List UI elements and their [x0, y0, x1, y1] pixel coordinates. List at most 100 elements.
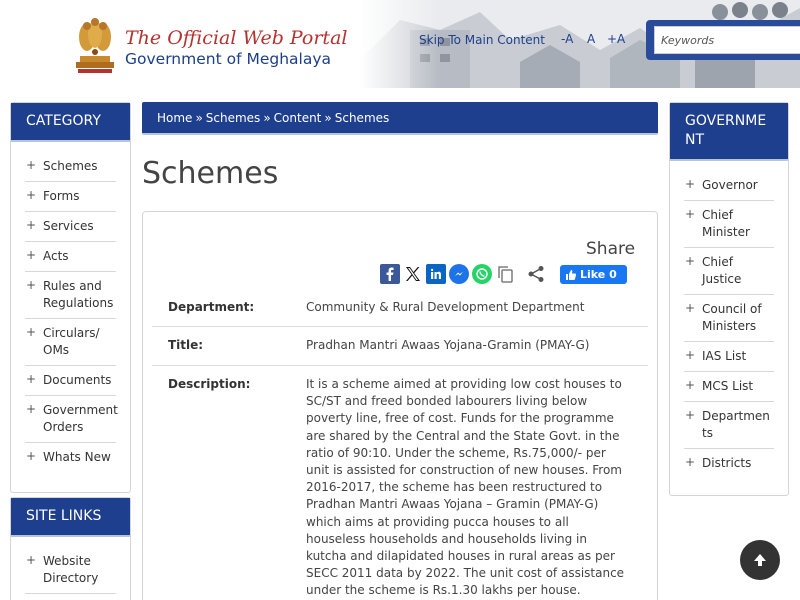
plus-icon: +: [685, 408, 696, 422]
category-item-label: Schemes: [43, 159, 98, 173]
government-panel: GOVERNMENT + Governor + Chief Minister + Ch…: [669, 102, 789, 496]
government-item-chief-minister[interactable]: + Chief Minister: [684, 201, 774, 248]
department-value: Community & Rural Development Department: [306, 300, 585, 314]
plus-icon: +: [26, 188, 37, 202]
thumbs-up-icon: [566, 269, 577, 280]
plus-icon: +: [685, 207, 696, 221]
site-link-label: Website Directory: [43, 554, 99, 585]
category-item-schemes[interactable]: + Schemes: [25, 152, 116, 182]
category-item-label: Services: [43, 219, 94, 233]
search-input[interactable]: [654, 26, 800, 54]
department-label: Department:: [168, 300, 255, 314]
scroll-to-top-button[interactable]: [740, 540, 780, 580]
page-title: Schemes: [142, 156, 279, 191]
breadcrumb: Home» Schemes» Content» Schemes: [142, 102, 658, 135]
plus-icon: +: [685, 301, 696, 315]
arrow-up-icon: [754, 554, 766, 566]
messenger-icon[interactable]: [449, 264, 469, 284]
category-item-rules-and-regulations[interactable]: + Rules and Regulations: [25, 272, 116, 319]
breadcrumb-separator: »: [324, 111, 332, 125]
plus-icon: +: [26, 248, 37, 262]
breadcrumb-content[interactable]: Content: [274, 111, 322, 125]
category-item-acts[interactable]: + Acts: [25, 242, 116, 272]
plus-icon: +: [685, 455, 696, 469]
description-value: It is a scheme aimed at providing low co…: [306, 377, 625, 598]
linkedin-icon[interactable]: [426, 264, 446, 284]
site-link-website-directory[interactable]: + Website Directory: [25, 547, 116, 594]
government-item-chief-justice[interactable]: + Chief Justice: [684, 248, 774, 295]
x-twitter-icon[interactable]: [403, 264, 423, 284]
government-panel-title: GOVERNMENT: [670, 103, 788, 161]
plus-icon: +: [26, 449, 37, 463]
category-item-label: Documents: [43, 373, 112, 387]
category-list: + Schemes + Forms + Services + Acts + Rules a…: [11, 142, 130, 472]
plus-icon: +: [685, 254, 696, 268]
whatsapp-icon[interactable]: [472, 264, 492, 284]
government-item-label: Governor: [702, 178, 758, 192]
category-item-label: Forms: [43, 189, 80, 203]
plus-icon: +: [26, 278, 37, 292]
copy-icon[interactable]: [495, 264, 515, 284]
government-item-label: Districts: [702, 456, 752, 470]
plus-icon: +: [26, 372, 37, 386]
plus-icon: +: [26, 402, 37, 416]
font-increase-button[interactable]: +A: [607, 32, 625, 46]
category-item-label: Government Orders: [43, 403, 118, 434]
government-item-departments[interactable]: + Departments: [684, 402, 774, 449]
breadcrumb-home[interactable]: Home: [157, 111, 192, 125]
title-value: Pradhan Mantri Awaas Yojana-Gramin (PMAY…: [306, 338, 590, 352]
plus-icon: +: [26, 158, 37, 172]
government-item-mcs-list[interactable]: + MCS List: [684, 372, 774, 402]
site-header: The Official Web Portal Government of Me…: [0, 0, 800, 88]
plus-icon: +: [685, 378, 696, 392]
row-divider: [152, 326, 648, 327]
description-label: Description:: [168, 377, 251, 391]
government-item-districts[interactable]: + Districts: [684, 449, 774, 478]
portal-title: The Official Web Portal: [125, 27, 348, 49]
plus-icon: +: [26, 553, 37, 567]
category-item-documents[interactable]: + Documents: [25, 366, 116, 396]
facebook-icon[interactable]: [380, 264, 400, 284]
facebook-like-label: Like 0: [580, 268, 617, 281]
government-item-governor[interactable]: + Governor: [684, 171, 774, 201]
government-item-council-of-ministers[interactable]: + Council of Ministers: [684, 295, 774, 342]
government-item-label: Chief Minister: [702, 208, 750, 239]
category-item-label: Circulars/ OMs: [43, 326, 100, 357]
category-item-services[interactable]: + Services: [25, 212, 116, 242]
portal-subtitle: Government of Meghalaya: [125, 50, 332, 68]
skip-to-main-content-link[interactable]: Skip To Main Content: [419, 33, 545, 47]
share-icon[interactable]: [526, 264, 546, 284]
category-item-label: Rules and Regulations: [43, 279, 114, 310]
category-panel-title: CATEGORY: [11, 103, 130, 142]
state-emblem-logo[interactable]: [70, 12, 120, 74]
government-item-label: MCS List: [702, 379, 754, 393]
government-item-label: Departments: [702, 409, 770, 440]
category-item-label: Acts: [43, 249, 69, 263]
government-item-label: Chief Justice: [702, 255, 742, 286]
category-panel: CATEGORY + Schemes + Forms + Services + Acts…: [10, 102, 131, 493]
breadcrumb-current: Schemes: [334, 111, 390, 125]
breadcrumb-separator: »: [195, 111, 203, 125]
government-item-label: IAS List: [702, 349, 747, 363]
category-item-whats-new[interactable]: + Whats New: [25, 443, 116, 472]
breadcrumb-schemes[interactable]: Schemes: [206, 111, 261, 125]
plus-icon: +: [26, 325, 37, 339]
category-item-government-orders[interactable]: + Government Orders: [25, 396, 118, 443]
breadcrumb-separator: »: [263, 111, 271, 125]
category-item-forms[interactable]: + Forms: [25, 182, 116, 212]
title-label: Title:: [168, 338, 204, 352]
site-links-panel-title: SITE LINKS: [11, 498, 130, 537]
site-links-panel: SITE LINKS + Website Directory: [10, 497, 131, 600]
share-label: Share: [586, 239, 636, 259]
plus-icon: +: [685, 348, 696, 362]
plus-icon: +: [26, 218, 37, 232]
font-normal-button[interactable]: A: [587, 32, 595, 46]
government-item-ias-list[interactable]: + IAS List: [684, 342, 774, 372]
government-item-label: Council of Ministers: [702, 302, 762, 333]
plus-icon: +: [685, 177, 696, 191]
facebook-like-button[interactable]: Like 0: [560, 265, 627, 284]
font-decrease-button[interactable]: -A: [561, 32, 573, 46]
category-item-label: Whats New: [43, 450, 111, 464]
site-links-list: + Website Directory: [11, 537, 130, 594]
category-item-circulars-oms[interactable]: + Circulars/ OMs: [25, 319, 116, 366]
